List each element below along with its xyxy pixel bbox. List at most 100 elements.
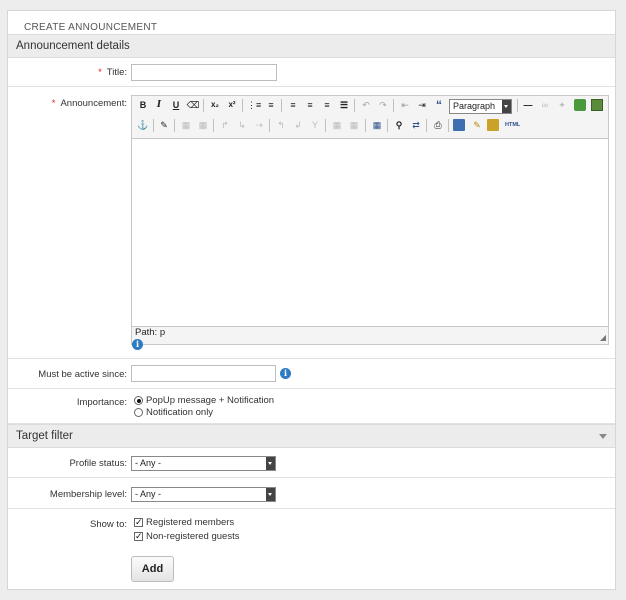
- show-to-option-label: Registered members: [146, 517, 235, 528]
- anchor-icon[interactable]: ⚓: [136, 118, 150, 132]
- profile-status-row: Profile status: - Any -: [8, 448, 615, 478]
- editor-path: Path: p: [135, 327, 166, 338]
- toolbar-divider: [393, 99, 394, 112]
- section-announcement-details: Announcement details: [8, 34, 615, 58]
- insert-table-icon[interactable]: ▦: [370, 118, 384, 132]
- title-label-text: Title:: [106, 67, 127, 78]
- profile-status-select[interactable]: - Any -: [131, 456, 276, 471]
- panel-title: CREATE ANNOUNCEMENT: [24, 22, 158, 33]
- format-select-value: Paragraph: [453, 101, 496, 111]
- delete-col-icon[interactable]: Υ: [308, 118, 322, 132]
- redo-icon[interactable]: ↷: [376, 98, 390, 112]
- toolbar-divider: [153, 119, 154, 132]
- info-icon[interactable]: i: [132, 339, 143, 350]
- active-since-label: Must be active since:: [38, 369, 127, 380]
- html-icon[interactable]: HTML: [505, 118, 520, 132]
- col-after-icon[interactable]: ↲: [291, 118, 305, 132]
- merge-cells-icon[interactable]: ▦: [347, 118, 361, 132]
- chevron-down-icon: [266, 457, 275, 470]
- numbered-list-icon[interactable]: ≡: [264, 98, 278, 112]
- strikethrough-icon[interactable]: ⌫: [186, 98, 200, 112]
- announcement-panel: CREATE ANNOUNCEMENT Announcement details…: [7, 10, 616, 590]
- underline-icon[interactable]: U: [169, 98, 183, 112]
- chevron-down-icon: [266, 488, 275, 501]
- membership-label: Membership level:: [49, 489, 127, 500]
- title-label: * Title:: [98, 67, 127, 78]
- blockquote-icon[interactable]: “: [432, 98, 446, 112]
- membership-value: - Any -: [135, 489, 162, 499]
- registered-members-checkbox[interactable]: ✓: [134, 518, 143, 527]
- row-before-icon[interactable]: ↱: [218, 118, 232, 132]
- toolbar-divider: [213, 119, 214, 132]
- superscript-icon[interactable]: x²: [225, 98, 239, 112]
- toolbar-divider: [448, 119, 449, 132]
- announcement-label: * Announcement:: [52, 98, 127, 109]
- toolbar-divider: [517, 99, 518, 112]
- importance-option-label: Notification only: [146, 407, 214, 418]
- importance-label: Importance:: [76, 397, 127, 408]
- undo-icon[interactable]: ↶: [359, 98, 373, 112]
- align-left-icon[interactable]: ≡: [286, 98, 300, 112]
- editor-content-area[interactable]: [132, 138, 608, 327]
- link-icon[interactable]: ∞: [538, 98, 552, 112]
- section-target-filter[interactable]: Target filter: [8, 424, 615, 448]
- guests-checkbox[interactable]: ✓: [134, 532, 143, 541]
- align-justify-icon[interactable]: ☰: [337, 98, 351, 112]
- image-icon[interactable]: [574, 99, 586, 111]
- membership-select[interactable]: - Any -: [131, 487, 276, 502]
- resize-handle-icon[interactable]: ◢: [600, 333, 606, 342]
- format-select[interactable]: Paragraph: [449, 99, 512, 114]
- edit-icon[interactable]: ✎: [157, 118, 171, 132]
- editor-toolbar-row2: ⚓ ✎ ▦ ▦ ↱ ↳ ⇢ ↰ ↲ Υ ▦ ▦ ▦ ⚲ ⇄ ⎙ ✎ HTML: [132, 116, 608, 136]
- outdent-icon[interactable]: ⇤: [398, 98, 412, 112]
- row-after-icon[interactable]: ↳: [235, 118, 249, 132]
- membership-row: Membership level: - Any -: [8, 478, 615, 509]
- align-center-icon[interactable]: ≡: [303, 98, 317, 112]
- toolbar-divider: [426, 119, 427, 132]
- importance-row: Importance: PopUp message + Notification…: [8, 389, 615, 424]
- required-marker: *: [98, 67, 102, 78]
- print-icon[interactable]: ⎙: [431, 118, 445, 132]
- editor-toolbar-row1: B I U ⌫ x₂ x² ⋮≡ ≡ ≡ ≡ ≡ ☰ ↶ ↷ ⇤ ⇥ “ Par…: [132, 96, 608, 116]
- subscript-icon[interactable]: x₂: [208, 98, 222, 112]
- table-icon[interactable]: ▦: [179, 118, 193, 132]
- cleanup-icon[interactable]: ✎: [470, 118, 484, 132]
- importance-option-label: PopUp message + Notification: [146, 395, 275, 406]
- rich-text-editor: B I U ⌫ x₂ x² ⋮≡ ≡ ≡ ≡ ≡ ☰ ↶ ↷ ⇤ ⇥ “ Par…: [131, 95, 609, 345]
- bullet-list-icon[interactable]: ⋮≡: [247, 98, 261, 112]
- title-row: * Title:: [8, 57, 615, 87]
- preview-icon[interactable]: [453, 119, 465, 131]
- italic-icon[interactable]: I: [152, 98, 166, 112]
- title-input[interactable]: [131, 64, 277, 81]
- replace-icon[interactable]: ⇄: [409, 118, 423, 132]
- info-icon[interactable]: i: [280, 368, 291, 379]
- delete-row-icon[interactable]: ⇢: [252, 118, 266, 132]
- active-since-input[interactable]: [131, 365, 276, 382]
- paste-icon[interactable]: [487, 119, 499, 131]
- required-marker: *: [51, 98, 56, 109]
- toolbar-divider: [269, 119, 270, 132]
- section-title: Announcement details: [16, 40, 130, 52]
- cell-props-icon[interactable]: ▦: [196, 118, 210, 132]
- importance-radio-notification[interactable]: [134, 408, 143, 417]
- align-right-icon[interactable]: ≡: [320, 98, 334, 112]
- bold-icon[interactable]: B: [136, 98, 150, 112]
- show-to-label: Show to:: [90, 519, 127, 530]
- toolbar-divider: [203, 99, 204, 112]
- toolbar-divider: [281, 99, 282, 112]
- chevron-down-icon[interactable]: [599, 434, 607, 439]
- media-icon[interactable]: [591, 99, 603, 111]
- indent-icon[interactable]: ⇥: [415, 98, 429, 112]
- col-before-icon[interactable]: ↰: [274, 118, 288, 132]
- search-icon[interactable]: ⚲: [392, 118, 406, 132]
- add-button[interactable]: Add: [131, 556, 174, 582]
- split-cells-icon[interactable]: ▦: [330, 118, 344, 132]
- profile-status-value: - Any -: [135, 458, 162, 468]
- section-title: Target filter: [16, 430, 73, 442]
- unlink-icon[interactable]: ✦: [555, 98, 569, 112]
- horizontal-rule-icon[interactable]: —: [521, 98, 535, 112]
- importance-radio-popup[interactable]: [134, 396, 143, 405]
- toolbar-divider: [365, 119, 366, 132]
- toolbar-divider: [174, 119, 175, 132]
- show-to-row: Show to: ✓ Registered members ✓ Non-regi…: [8, 509, 615, 549]
